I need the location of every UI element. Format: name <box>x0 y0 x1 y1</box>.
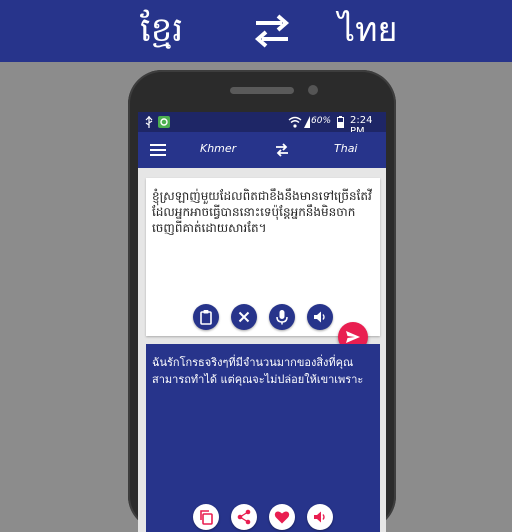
menu-icon[interactable] <box>150 143 166 157</box>
share-button[interactable] <box>231 504 257 530</box>
source-language-selector[interactable]: Khmer <box>200 142 236 155</box>
send-icon <box>346 331 360 343</box>
clear-button[interactable] <box>231 304 257 330</box>
input-text[interactable]: ខ្ញុំស្រឡាញ់មួយដែលពិតជាខឹងនឹងមានទៅច្រើនត… <box>152 188 374 236</box>
mic-icon <box>276 310 288 325</box>
share-icon <box>237 509 251 525</box>
app-screen: 60% 2:24 PM Khmer Thai ខ្ញុំស្ <box>138 112 386 532</box>
status-bar: 60% 2:24 PM <box>138 112 386 137</box>
battery-percent: 60% <box>311 116 332 126</box>
wifi-icon <box>288 116 302 128</box>
usb-icon <box>145 116 153 128</box>
swap-icon <box>254 14 290 48</box>
favorite-button[interactable] <box>269 504 295 530</box>
banner-source-language: ខ្មែរ <box>140 10 184 50</box>
signal-icon <box>304 116 310 128</box>
speaker-icon <box>314 511 325 523</box>
voice-input-button[interactable] <box>269 304 295 330</box>
close-icon <box>238 311 250 323</box>
battery-icon <box>337 116 344 128</box>
language-banner: ខ្មែរ ไทย <box>0 0 512 62</box>
heart-icon <box>274 511 290 524</box>
banner-target-language: ไทย <box>338 10 398 50</box>
phone-speaker <box>230 87 294 94</box>
speak-output-button[interactable] <box>307 504 333 530</box>
output-text: ฉันรักโกรธจริงๆที่มีจำนวนมากของสิ่งที่คุ… <box>152 356 364 386</box>
output-card: ฉันรักโกรธจริงๆที่มีจำนวนมากของสิ่งที่คุ… <box>146 344 380 532</box>
speaker-icon <box>314 311 325 323</box>
target-language-selector[interactable]: Thai <box>334 142 358 155</box>
input-card: ខ្ញុំស្រឡាញ់មួយដែលពិតជាខឹងនឹងមានទៅច្រើនត… <box>146 178 380 336</box>
phone-frame: 60% 2:24 PM Khmer Thai ខ្ញុំស្ <box>128 70 396 532</box>
app-notification-icon <box>158 116 170 128</box>
copy-icon <box>200 510 213 525</box>
paste-button[interactable] <box>193 304 219 330</box>
app-toolbar: Khmer Thai <box>138 132 386 168</box>
speak-input-button[interactable] <box>307 304 333 330</box>
copy-button[interactable] <box>193 504 219 530</box>
phone-camera <box>308 85 318 95</box>
clipboard-icon <box>200 310 212 325</box>
swap-languages-icon[interactable] <box>274 142 290 158</box>
